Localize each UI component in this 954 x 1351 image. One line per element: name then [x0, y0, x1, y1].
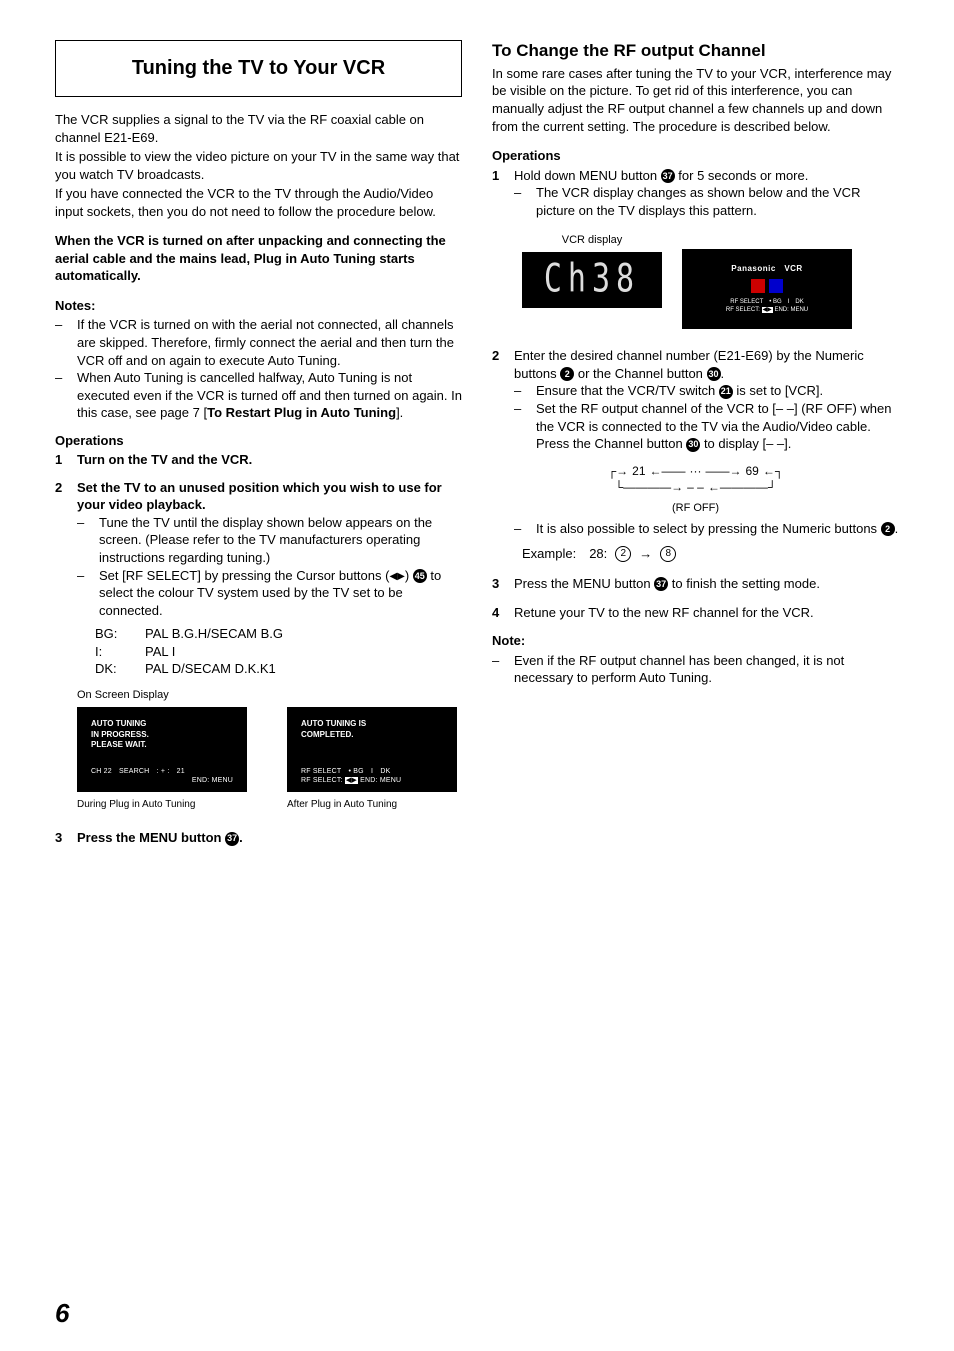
- section-title-box: Tuning the TV to Your VCR: [55, 40, 462, 97]
- ref-icon: 37: [654, 577, 668, 591]
- intro-para: It is possible to view the video picture…: [55, 148, 462, 183]
- operation-step: 3 Press the MENU button 37 to finish the…: [492, 575, 899, 593]
- operation-step: 1 Hold down MENU button 37 for 5 seconds…: [492, 167, 899, 185]
- sub-step: – Set [RF SELECT] by pressing the Cursor…: [55, 567, 462, 620]
- sub-step: – Tune the TV until the display shown be…: [55, 514, 462, 567]
- page-number: 6: [55, 1296, 69, 1331]
- ref-icon: 37: [225, 832, 239, 846]
- tv-pattern-display: Panasonic VCR RF SELECT • BG I DK RF SEL…: [682, 249, 852, 329]
- note-item: – Even if the RF output channel has been…: [492, 652, 899, 687]
- subsection-title: To Change the RF output Channel: [492, 40, 899, 63]
- ref-icon: 37: [661, 169, 675, 183]
- ref-icon: 30: [707, 367, 721, 381]
- step-text: Hold down MENU button 37 for 5 seconds o…: [514, 167, 808, 185]
- sub-step-text: Set the RF output channel of the VCR to …: [536, 400, 899, 453]
- operations-heading: Operations: [492, 147, 899, 165]
- note-item: – When Auto Tuning is cancelled halfway,…: [55, 369, 462, 422]
- vcr-label: VCR display: [562, 233, 623, 248]
- notes-heading: Notes:: [55, 297, 462, 315]
- red-square-icon: [751, 279, 765, 293]
- osd-after: AUTO TUNING IS COMPLETED. RF SELECT • BG…: [287, 707, 457, 812]
- numeric-key-icon: 2: [615, 546, 631, 562]
- step-text: Retune your TV to the new RF channel for…: [514, 604, 814, 622]
- note-text: When Auto Tuning is cancelled halfway, A…: [77, 369, 462, 422]
- note-text: Even if the RF output channel has been c…: [514, 652, 899, 687]
- system-table: BG:PAL B.G.H/SECAM B.G I:PAL I DK:PAL D/…: [95, 625, 462, 678]
- step-text: Enter the desired channel number (E21-E6…: [514, 347, 899, 382]
- intro-para: In some rare cases after tuning the TV t…: [492, 65, 899, 135]
- vcr-display: Ch38: [522, 252, 662, 308]
- sub-step-text: The VCR display changes as shown below a…: [536, 184, 899, 219]
- sub-step-text: Tune the TV until the display shown belo…: [99, 514, 462, 567]
- ref-icon: 2: [560, 367, 574, 381]
- operation-step: 3 Press the MENU button 37.: [55, 829, 462, 847]
- osd-during: AUTO TUNING IN PROGRESS. PLEASE WAIT. CH…: [77, 707, 247, 812]
- sub-step-text: Set [RF SELECT] by pressing the Cursor b…: [99, 567, 462, 620]
- osd-caption: During Plug in Auto Tuning: [77, 798, 247, 812]
- intro-para: If you have connected the VCR to the TV …: [55, 185, 462, 220]
- vcr-display-row: VCR display Ch38 Panasonic VCR RF SELECT…: [522, 233, 899, 329]
- note-item: – If the VCR is turned on with the aeria…: [55, 316, 462, 369]
- step-text: Press the MENU button 37 to finish the s…: [514, 575, 820, 593]
- vcr-segment-text: Ch38: [544, 254, 640, 307]
- operations-heading: Operations: [55, 432, 462, 450]
- callout: When the VCR is turned on after unpackin…: [55, 232, 462, 285]
- osd-section: On Screen Display AUTO TUNING IN PROGRES…: [77, 688, 462, 811]
- osd-caption: After Plug in Auto Tuning: [287, 798, 457, 812]
- step-text: Turn on the TV and the VCR.: [77, 451, 252, 469]
- numeric-key-icon: 8: [660, 546, 676, 562]
- note-text: If the VCR is turned on with the aerial …: [77, 316, 462, 369]
- sub-step-text: It is also possible to select by pressin…: [536, 520, 898, 538]
- sub-step: – Ensure that the VCR/TV switch 21 is se…: [492, 382, 899, 400]
- channel-diagram: ┌→21 ←―― ··· ――→ 69←┐ └――――→ – – ←――――┘ …: [596, 463, 796, 516]
- step-text: Press the MENU button 37.: [77, 829, 243, 847]
- ref-icon: 30: [686, 438, 700, 452]
- sub-step: – It is also possible to select by press…: [492, 520, 899, 538]
- ref-icon: 2: [881, 522, 895, 536]
- note-heading: Note:: [492, 632, 899, 650]
- intro-para: The VCR supplies a signal to the TV via …: [55, 111, 462, 146]
- ref-icon: 21: [719, 385, 733, 399]
- operation-step: 1 Turn on the TV and the VCR.: [55, 451, 462, 469]
- sub-step-text: Ensure that the VCR/TV switch 21 is set …: [536, 382, 823, 400]
- blue-square-icon: [769, 279, 783, 293]
- sub-step: – The VCR display changes as shown below…: [492, 184, 899, 219]
- operation-step: 2 Enter the desired channel number (E21-…: [492, 347, 899, 382]
- operation-step: 2 Set the TV to an unused position which…: [55, 479, 462, 514]
- sub-step: – Set the RF output channel of the VCR t…: [492, 400, 899, 453]
- step-text: Set the TV to an unused position which y…: [77, 479, 462, 514]
- section-title: Tuning the TV to Your VCR: [66, 55, 451, 82]
- ref-icon: 45: [413, 569, 427, 583]
- osd-label: On Screen Display: [77, 688, 462, 703]
- operation-step: 4 Retune your TV to the new RF channel f…: [492, 604, 899, 622]
- example-row: Example: 28: 2 → 8: [522, 545, 899, 563]
